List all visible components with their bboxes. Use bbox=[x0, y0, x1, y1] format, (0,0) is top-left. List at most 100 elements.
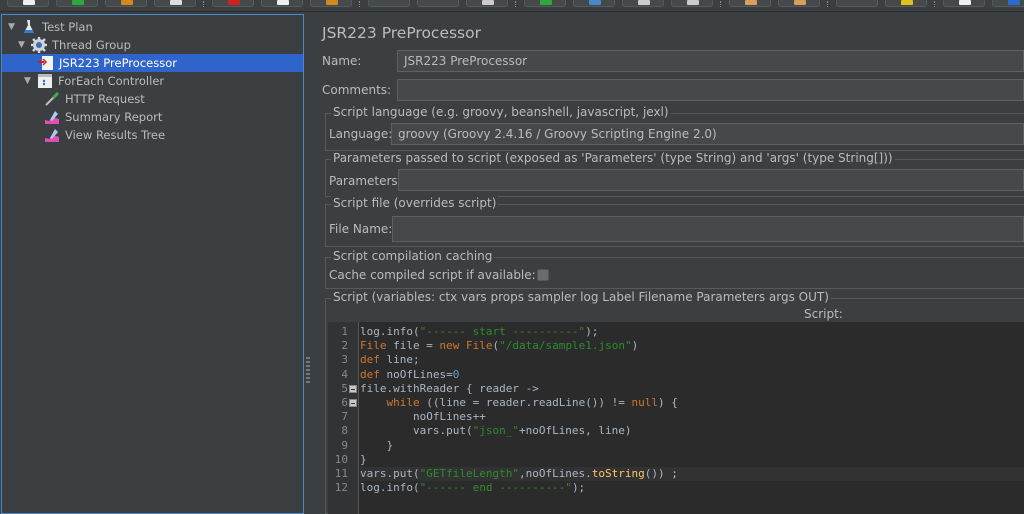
code-token: line; bbox=[379, 353, 420, 367]
collapse-button[interactable] bbox=[417, 0, 459, 7]
tree-item-jsr223-preprocessor[interactable]: JSR223 PreProcessor bbox=[2, 54, 303, 72]
start-no-pauses-icon bbox=[589, 0, 601, 5]
code-token: toString bbox=[591, 467, 645, 480]
code-line[interactable]: log.info("------ start ----------"); bbox=[360, 325, 598, 339]
cache-compiled-checkbox[interactable] bbox=[537, 269, 549, 281]
tree-item-summary-report[interactable]: Summary Report bbox=[44, 108, 162, 126]
expand-arrow-icon[interactable]: ▼ bbox=[8, 22, 18, 32]
name-field[interactable]: JSR223 PreProcessor bbox=[397, 50, 1024, 72]
parameters-field[interactable] bbox=[398, 169, 1024, 191]
code-token: ,noOfLines. bbox=[518, 467, 592, 480]
tree-item-label: Test Plan bbox=[42, 20, 93, 34]
tree-item-label: Thread Group bbox=[52, 38, 131, 52]
http-request-pipette-icon bbox=[44, 91, 60, 107]
expand-arrow-icon[interactable]: ▼ bbox=[24, 76, 34, 86]
paste-button[interactable] bbox=[310, 0, 352, 7]
language-label: Language: bbox=[329, 127, 393, 141]
language-select[interactable]: groovy (Groovy 2.4.16 / Groovy Scripting… bbox=[391, 123, 1024, 145]
code-line[interactable]: def noOfLines=0 bbox=[360, 368, 459, 382]
code-line[interactable]: } bbox=[360, 439, 393, 453]
code-token: log.info( bbox=[360, 481, 420, 495]
copy-icon bbox=[277, 0, 289, 5]
code-token: ); bbox=[571, 481, 586, 495]
tree-item-test-plan[interactable]: ▼ Test Plan bbox=[8, 18, 93, 36]
code-line[interactable]: while ((line = reader.readLine()) != nul… bbox=[360, 396, 678, 410]
search-button[interactable] bbox=[943, 0, 985, 7]
script-editor[interactable]: 1 2 3 4 5 6 7 8 9 10 11 12 log.info("------ start -… bbox=[328, 322, 1024, 514]
expand-arrow-icon[interactable]: ▼ bbox=[18, 40, 28, 50]
code-token: } bbox=[360, 452, 367, 466]
reset-search-button[interactable] bbox=[992, 0, 1024, 7]
parameters-group-title: Parameters passed to script (exposed as … bbox=[331, 151, 895, 165]
code-token: vars.put( bbox=[360, 424, 473, 438]
tree-item-label: JSR223 PreProcessor bbox=[59, 56, 177, 70]
jsr223-preprocessor-panel: JSR223 PreProcessor Name: JSR223 PreProc… bbox=[312, 14, 1024, 514]
code-line[interactable]: file.withReader { reader -> bbox=[360, 382, 539, 396]
test-plan-flask-icon bbox=[21, 19, 37, 35]
toggle-button[interactable] bbox=[466, 0, 508, 7]
toggle-icon bbox=[482, 0, 494, 5]
toolbar bbox=[0, 0, 1024, 12]
tree-item-foreach-controller[interactable]: ▼ ForEach Controller bbox=[24, 72, 164, 90]
reset-search-icon bbox=[1008, 0, 1020, 5]
tree-item-view-results-tree[interactable]: View Results Tree bbox=[44, 126, 165, 144]
start-button[interactable] bbox=[524, 0, 566, 7]
line-number: 3 bbox=[341, 353, 348, 367]
copy-button[interactable] bbox=[261, 0, 303, 7]
toolbar-separator bbox=[827, 1, 829, 7]
cut-icon bbox=[228, 0, 240, 5]
code-token: 0 bbox=[452, 367, 460, 381]
clear-all-button[interactable] bbox=[885, 0, 927, 7]
toolbar-separator bbox=[720, 1, 722, 7]
remote-stop-button[interactable] bbox=[778, 0, 820, 7]
open-button[interactable] bbox=[105, 0, 147, 7]
line-number: 12 bbox=[334, 481, 348, 495]
remote-stop-icon bbox=[794, 0, 806, 5]
clear-button[interactable] bbox=[836, 0, 878, 7]
file-name-field[interactable] bbox=[392, 216, 1024, 242]
code-line[interactable]: vars.put("GETfileLength",noOfLines.toStr… bbox=[360, 467, 1024, 481]
line-number: 11 bbox=[334, 467, 348, 480]
code-token: ); bbox=[585, 325, 599, 338]
code-token: ()) ; bbox=[644, 467, 678, 480]
code-line[interactable]: vars.put("json_"+noOfLines, line) bbox=[360, 424, 632, 438]
code-token: def bbox=[360, 367, 380, 381]
expand-button[interactable] bbox=[368, 0, 410, 7]
line-number-gutter: 1 2 3 4 5 6 7 8 9 10 11 12 bbox=[328, 322, 359, 514]
remote-start-icon bbox=[745, 0, 757, 5]
templates-button[interactable] bbox=[56, 0, 98, 7]
code-line[interactable]: } bbox=[360, 453, 367, 467]
compilation-caching-group-title: Script compilation caching bbox=[331, 249, 495, 263]
code-line[interactable]: log.info("------ end ----------"); bbox=[360, 481, 585, 495]
toolbar-separator bbox=[203, 1, 205, 7]
start-no-pauses-button[interactable] bbox=[573, 0, 615, 7]
tree-item-label: Summary Report bbox=[65, 110, 163, 124]
stop-button[interactable] bbox=[622, 0, 664, 7]
remote-start-button[interactable] bbox=[729, 0, 771, 7]
cut-button[interactable] bbox=[212, 0, 254, 7]
stop-icon bbox=[638, 0, 650, 5]
new-button[interactable] bbox=[7, 0, 49, 7]
tree-item-http-request[interactable]: HTTP Request bbox=[44, 90, 145, 108]
toolbar-separator bbox=[515, 1, 517, 7]
fold-toggle-icon[interactable] bbox=[349, 384, 357, 393]
split-pane-divider[interactable] bbox=[304, 14, 312, 514]
save-button[interactable] bbox=[154, 0, 196, 7]
fold-toggle-icon[interactable] bbox=[349, 399, 357, 407]
code-line[interactable]: File file = new File("/data/sample1.json… bbox=[360, 339, 638, 353]
comments-field[interactable] bbox=[397, 79, 1024, 101]
shutdown-button[interactable] bbox=[671, 0, 713, 7]
splitter-grip-handle[interactable] bbox=[306, 357, 310, 383]
code-token: ) bbox=[631, 339, 639, 353]
thread-group-gear-icon bbox=[31, 37, 47, 53]
line-number: 1 bbox=[341, 325, 348, 338]
foreach-controller-icon bbox=[37, 73, 53, 89]
code-line[interactable]: def line; bbox=[360, 353, 420, 367]
tree-item-thread-group[interactable]: ▼ Thread Group bbox=[18, 36, 131, 54]
test-plan-tree[interactable]: ▼ Test Plan ▼ Thread Group JSR223 PreProcess… bbox=[1, 14, 304, 514]
line-number: 2 bbox=[341, 339, 348, 353]
code-line[interactable]: noOfLines++ bbox=[360, 410, 486, 424]
line-number: 8 bbox=[341, 424, 348, 438]
